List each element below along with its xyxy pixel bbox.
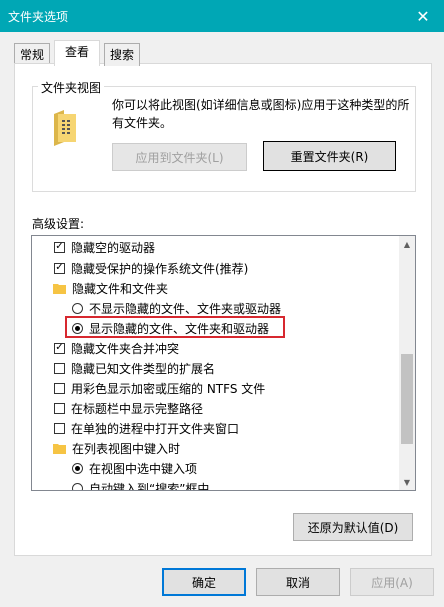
- list-item[interactable]: 在单独的进程中打开文件夹窗口: [54, 418, 239, 438]
- cancel-button[interactable]: 取消: [256, 568, 340, 596]
- list-item[interactable]: 自动键入到“搜索”框中: [72, 478, 210, 491]
- apply-to-folders-button[interactable]: 应用到文件夹(L): [112, 143, 247, 171]
- list-scrollbar[interactable]: ▲ ▼: [399, 236, 415, 490]
- list-item-label: 不显示隐藏的文件、文件夹或驱动器: [89, 301, 282, 316]
- radio-selected-icon[interactable]: [72, 462, 83, 474]
- title-bar: 文件夹选项 ✕: [0, 0, 444, 32]
- window-title: 文件夹选项: [8, 10, 69, 24]
- list-item-label: 在视图中选中键入项: [89, 461, 198, 476]
- checkbox-checked-icon[interactable]: ✓: [54, 262, 65, 274]
- scroll-down-icon[interactable]: ▼: [399, 474, 415, 490]
- folder-view-icon: [54, 110, 76, 146]
- list-item-label: 隐藏文件夹合并冲突: [71, 341, 180, 356]
- advanced-settings-list[interactable]: ✓ 隐藏空的驱动器 ✓ 隐藏受保护的操作系统文件(推荐) 隐藏文件和文件夹 不显…: [31, 235, 416, 491]
- list-item[interactable]: 在视图中选中键入项: [72, 458, 197, 478]
- list-item[interactable]: ✓ 隐藏受保护的操作系统文件(推荐): [54, 258, 248, 278]
- folder-icon: [53, 443, 66, 454]
- radio-selected-icon[interactable]: [72, 322, 83, 334]
- list-item-label: 隐藏空的驱动器: [71, 240, 156, 255]
- checkbox-unchecked-icon[interactable]: [54, 402, 65, 414]
- checkbox-checked-icon[interactable]: ✓: [54, 241, 65, 253]
- folder-view-group-title: 文件夹视图: [38, 79, 105, 96]
- ok-button[interactable]: 确定: [162, 568, 246, 596]
- list-item: 在列表视图中键入时: [53, 438, 180, 458]
- checkbox-unchecked-icon[interactable]: [54, 382, 65, 394]
- list-item-label: 在单独的进程中打开文件夹窗口: [71, 421, 240, 436]
- restore-defaults-button[interactable]: 还原为默认值(D): [293, 513, 413, 541]
- apply-button[interactable]: 应用(A): [350, 568, 434, 596]
- advanced-settings-label: 高级设置:: [32, 217, 85, 231]
- list-item-label: 隐藏受保护的操作系统文件(推荐): [71, 261, 249, 276]
- folder-view-description: 你可以将此视图(如详细信息或图标)应用于这种类型的所有文件夹。: [112, 98, 410, 130]
- list-item-label: 在标题栏中显示完整路径: [71, 401, 204, 416]
- scroll-up-icon[interactable]: ▲: [399, 236, 415, 252]
- list-item[interactable]: 显示隐藏的文件、文件夹和驱动器: [72, 318, 269, 338]
- folder-icon: [53, 283, 66, 294]
- list-item-label: 显示隐藏的文件、文件夹和驱动器: [89, 321, 270, 336]
- list-item[interactable]: 用彩色显示加密或压缩的 NTFS 文件: [54, 378, 265, 398]
- list-item-label: 隐藏已知文件类型的扩展名: [71, 361, 216, 376]
- list-item-label: 隐藏文件和文件夹: [72, 281, 169, 296]
- list-item[interactable]: ✓ 隐藏空的驱动器: [54, 237, 155, 257]
- list-item-label: 用彩色显示加密或压缩的 NTFS 文件: [71, 381, 266, 396]
- tab-search[interactable]: 搜索: [104, 43, 140, 66]
- tab-view[interactable]: 查看: [54, 40, 100, 66]
- list-item[interactable]: ✓ 隐藏文件夹合并冲突: [54, 338, 179, 358]
- list-item[interactable]: 不显示隐藏的文件、文件夹或驱动器: [72, 298, 281, 318]
- list-item[interactable]: 隐藏已知文件类型的扩展名: [54, 358, 215, 378]
- close-icon[interactable]: ✕: [402, 0, 444, 32]
- list-item: 隐藏文件和文件夹: [53, 278, 168, 298]
- radio-unselected-icon[interactable]: [72, 302, 83, 314]
- checkbox-checked-icon[interactable]: ✓: [54, 342, 65, 354]
- checkbox-unchecked-icon[interactable]: [54, 422, 65, 434]
- list-item-label: 自动键入到“搜索”框中: [89, 481, 210, 491]
- reset-folders-button[interactable]: 重置文件夹(R): [263, 141, 396, 171]
- list-item[interactable]: 在标题栏中显示完整路径: [54, 398, 203, 418]
- list-item-label: 在列表视图中键入时: [72, 441, 181, 456]
- checkbox-unchecked-icon[interactable]: [54, 362, 65, 374]
- radio-unselected-icon[interactable]: [72, 482, 83, 490]
- scroll-thumb[interactable]: [401, 354, 413, 444]
